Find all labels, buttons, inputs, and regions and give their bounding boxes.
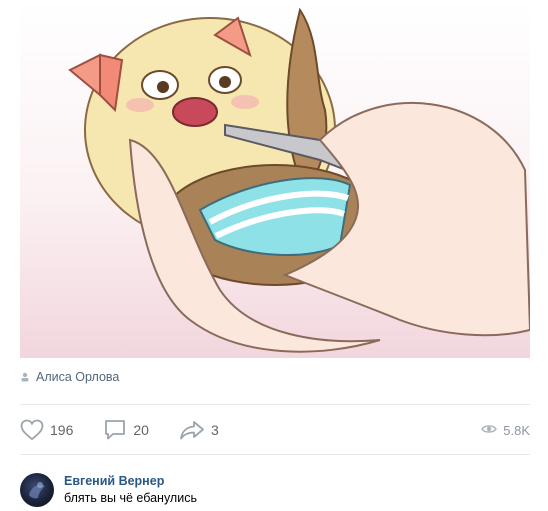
eye-icon (481, 423, 498, 438)
comment-count: 20 (133, 422, 149, 438)
share-button[interactable]: 3 (179, 419, 219, 441)
avatar[interactable] (20, 473, 54, 507)
share-arrow-icon (179, 419, 205, 441)
comment-icon (103, 419, 127, 441)
comment-button[interactable]: 20 (103, 419, 149, 441)
divider (20, 454, 530, 455)
post-author-name[interactable]: Алиса Орлова (36, 370, 119, 384)
views-counter: 5.8K (481, 423, 530, 438)
like-count: 196 (50, 422, 74, 438)
post-image[interactable] (20, 0, 530, 358)
comment-text: блять вы чё ебанулись (64, 491, 197, 505)
post-illustration (20, 0, 530, 358)
like-button[interactable]: 196 (20, 419, 73, 441)
divider (20, 404, 530, 405)
user-icon (20, 372, 30, 382)
post-author[interactable]: Алиса Орлова (20, 368, 119, 386)
comment-author-name[interactable]: Евгений Вернер (64, 474, 164, 488)
share-count: 3 (210, 422, 219, 438)
views-count: 5.8K (503, 422, 530, 438)
heart-icon (20, 419, 44, 441)
comment-item: Евгений Вернер блять вы чё ебанулись (20, 470, 530, 510)
post-actions-bar: 196 20 3 5.8K (20, 418, 530, 442)
